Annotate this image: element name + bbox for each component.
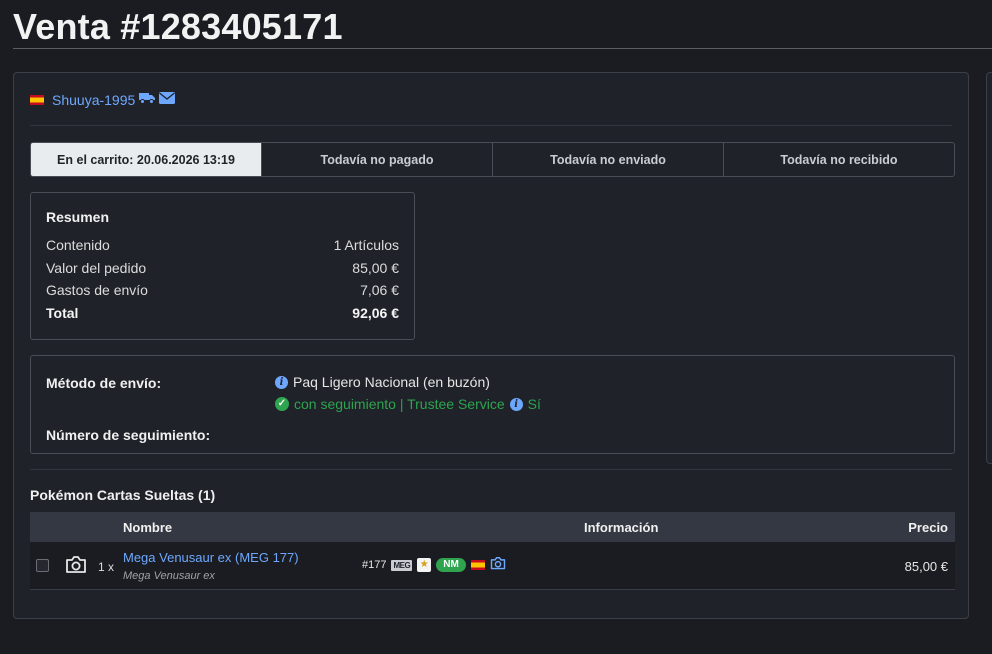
summary-label: Gastos de envío [46, 282, 148, 298]
price: 85,00 € [904, 559, 948, 574]
product-info: #177 MEG ★ NM [362, 557, 506, 573]
status-not-received: Todavía no recibido [723, 143, 954, 176]
header-price: Precio [908, 520, 948, 535]
trustee-value: Sí [527, 396, 541, 412]
tracking-info: ✓ con seguimiento | Trustee Service i Sí [275, 396, 541, 412]
order-status-bar: En el carrito: 20.06.2026 13:19 Todavía … [30, 142, 955, 177]
divider [30, 125, 952, 126]
summary-label: Contenido [46, 237, 110, 253]
order-card: Shuuya-1995 En el carrito: 20.06.2026 13… [13, 72, 969, 619]
table-header: Nombre Información Precio [30, 512, 955, 542]
summary-value: 85,00 € [352, 259, 399, 276]
info-icon[interactable]: i [275, 375, 288, 389]
side-panel [986, 72, 992, 464]
summary-row-shipping-cost: Gastos de envío 7,06 € [46, 279, 399, 302]
summary-value: 7,06 € [360, 282, 399, 298]
tracking-number-label: Número de seguimiento: [46, 427, 211, 443]
shipping-box: Método de envío: i Paq Ligero Nacional (… [30, 355, 955, 454]
summary-box: Resumen Contenido 1 Artículos Valor del … [30, 192, 415, 340]
es-flag-icon[interactable] [470, 560, 485, 570]
title-divider [13, 48, 992, 49]
product-subname: Mega Venusaur ex [123, 570, 215, 582]
truck-icon[interactable] [139, 91, 156, 109]
quantity: 1 x [98, 560, 115, 574]
buyer-line: Shuuya-1995 [30, 91, 176, 109]
status-not-paid: Todavía no pagado [261, 143, 492, 176]
check-circle-icon: ✓ [275, 397, 289, 411]
buyer-username-link[interactable]: Shuuya-1995 [52, 92, 135, 108]
rarity-icon[interactable]: ★ [417, 558, 432, 572]
summary-row-total: Total 92,06 € [46, 302, 399, 325]
divider [30, 469, 952, 470]
summary-value: 92,06 € [352, 304, 399, 321]
info-icon[interactable]: i [509, 397, 523, 411]
tracking-text: con seguimiento | Trustee Service [294, 396, 505, 412]
product-name-link[interactable]: Mega Venusaur ex (MEG 177) [123, 550, 299, 565]
table-row: 1 x Mega Venusaur ex (MEG 177) Mega Venu… [30, 542, 955, 590]
summary-heading: Resumen [46, 209, 110, 225]
status-not-sent: Todavía no enviado [492, 143, 723, 176]
summary-value: 1 Artículos [333, 237, 399, 253]
header-info: Información [584, 520, 659, 535]
summary-label: Total [46, 304, 79, 321]
row-checkbox[interactable] [36, 559, 49, 572]
summary-label: Valor del pedido [46, 259, 147, 276]
set-code-icon[interactable]: MEG [391, 559, 413, 571]
es-flag-icon [30, 95, 44, 105]
shipping-method-value: i Paq Ligero Nacional (en buzón) [275, 374, 490, 390]
camera-icon[interactable] [65, 556, 87, 579]
section-title: Pokémon Cartas Sueltas (1) [30, 487, 216, 503]
condition-badge[interactable]: NM [436, 558, 466, 572]
summary-row-order-value: Valor del pedido 85,00 € [46, 257, 399, 280]
page-title: Venta #1283405171 [13, 6, 343, 47]
summary-row-content: Contenido 1 Artículos [46, 234, 399, 257]
envelope-icon[interactable] [159, 91, 176, 109]
card-number: #177 [362, 559, 387, 571]
status-in-cart: En el carrito: 20.06.2026 13:19 [31, 143, 261, 176]
shipping-method-text: Paq Ligero Nacional (en buzón) [293, 374, 490, 390]
camera-icon[interactable] [490, 557, 506, 573]
header-name: Nombre [123, 520, 173, 535]
shipping-method-label: Método de envío: [46, 375, 162, 391]
